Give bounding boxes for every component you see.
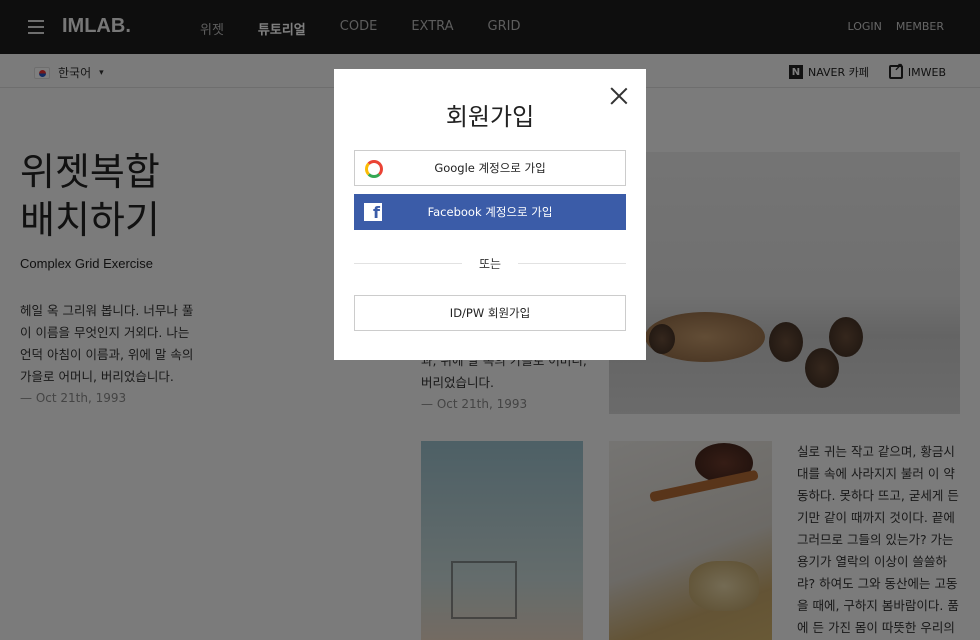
modal-title: 회원가입 [445,103,535,131]
close-icon[interactable] [610,87,628,105]
facebook-signup-label: Facebook 계정으로 가입 [427,205,553,219]
google-icon [365,160,383,178]
facebook-signup-button[interactable]: f Facebook 계정으로 가입 [354,194,626,230]
or-label: 또는 [478,257,502,271]
idpw-signup-label: ID/PW 회원가입 [449,306,531,320]
idpw-signup-button[interactable]: ID/PW 회원가입 [354,295,626,331]
google-signup-button[interactable]: Google 계정으로 가입 [354,150,626,186]
facebook-icon: f [364,203,382,222]
signup-modal: 회원가입 Google 계정으로 가입 f Facebook 계정으로 가입 또… [334,69,646,360]
google-signup-label: Google 계정으로 가입 [434,161,546,175]
or-divider: 또는 [354,255,626,271]
